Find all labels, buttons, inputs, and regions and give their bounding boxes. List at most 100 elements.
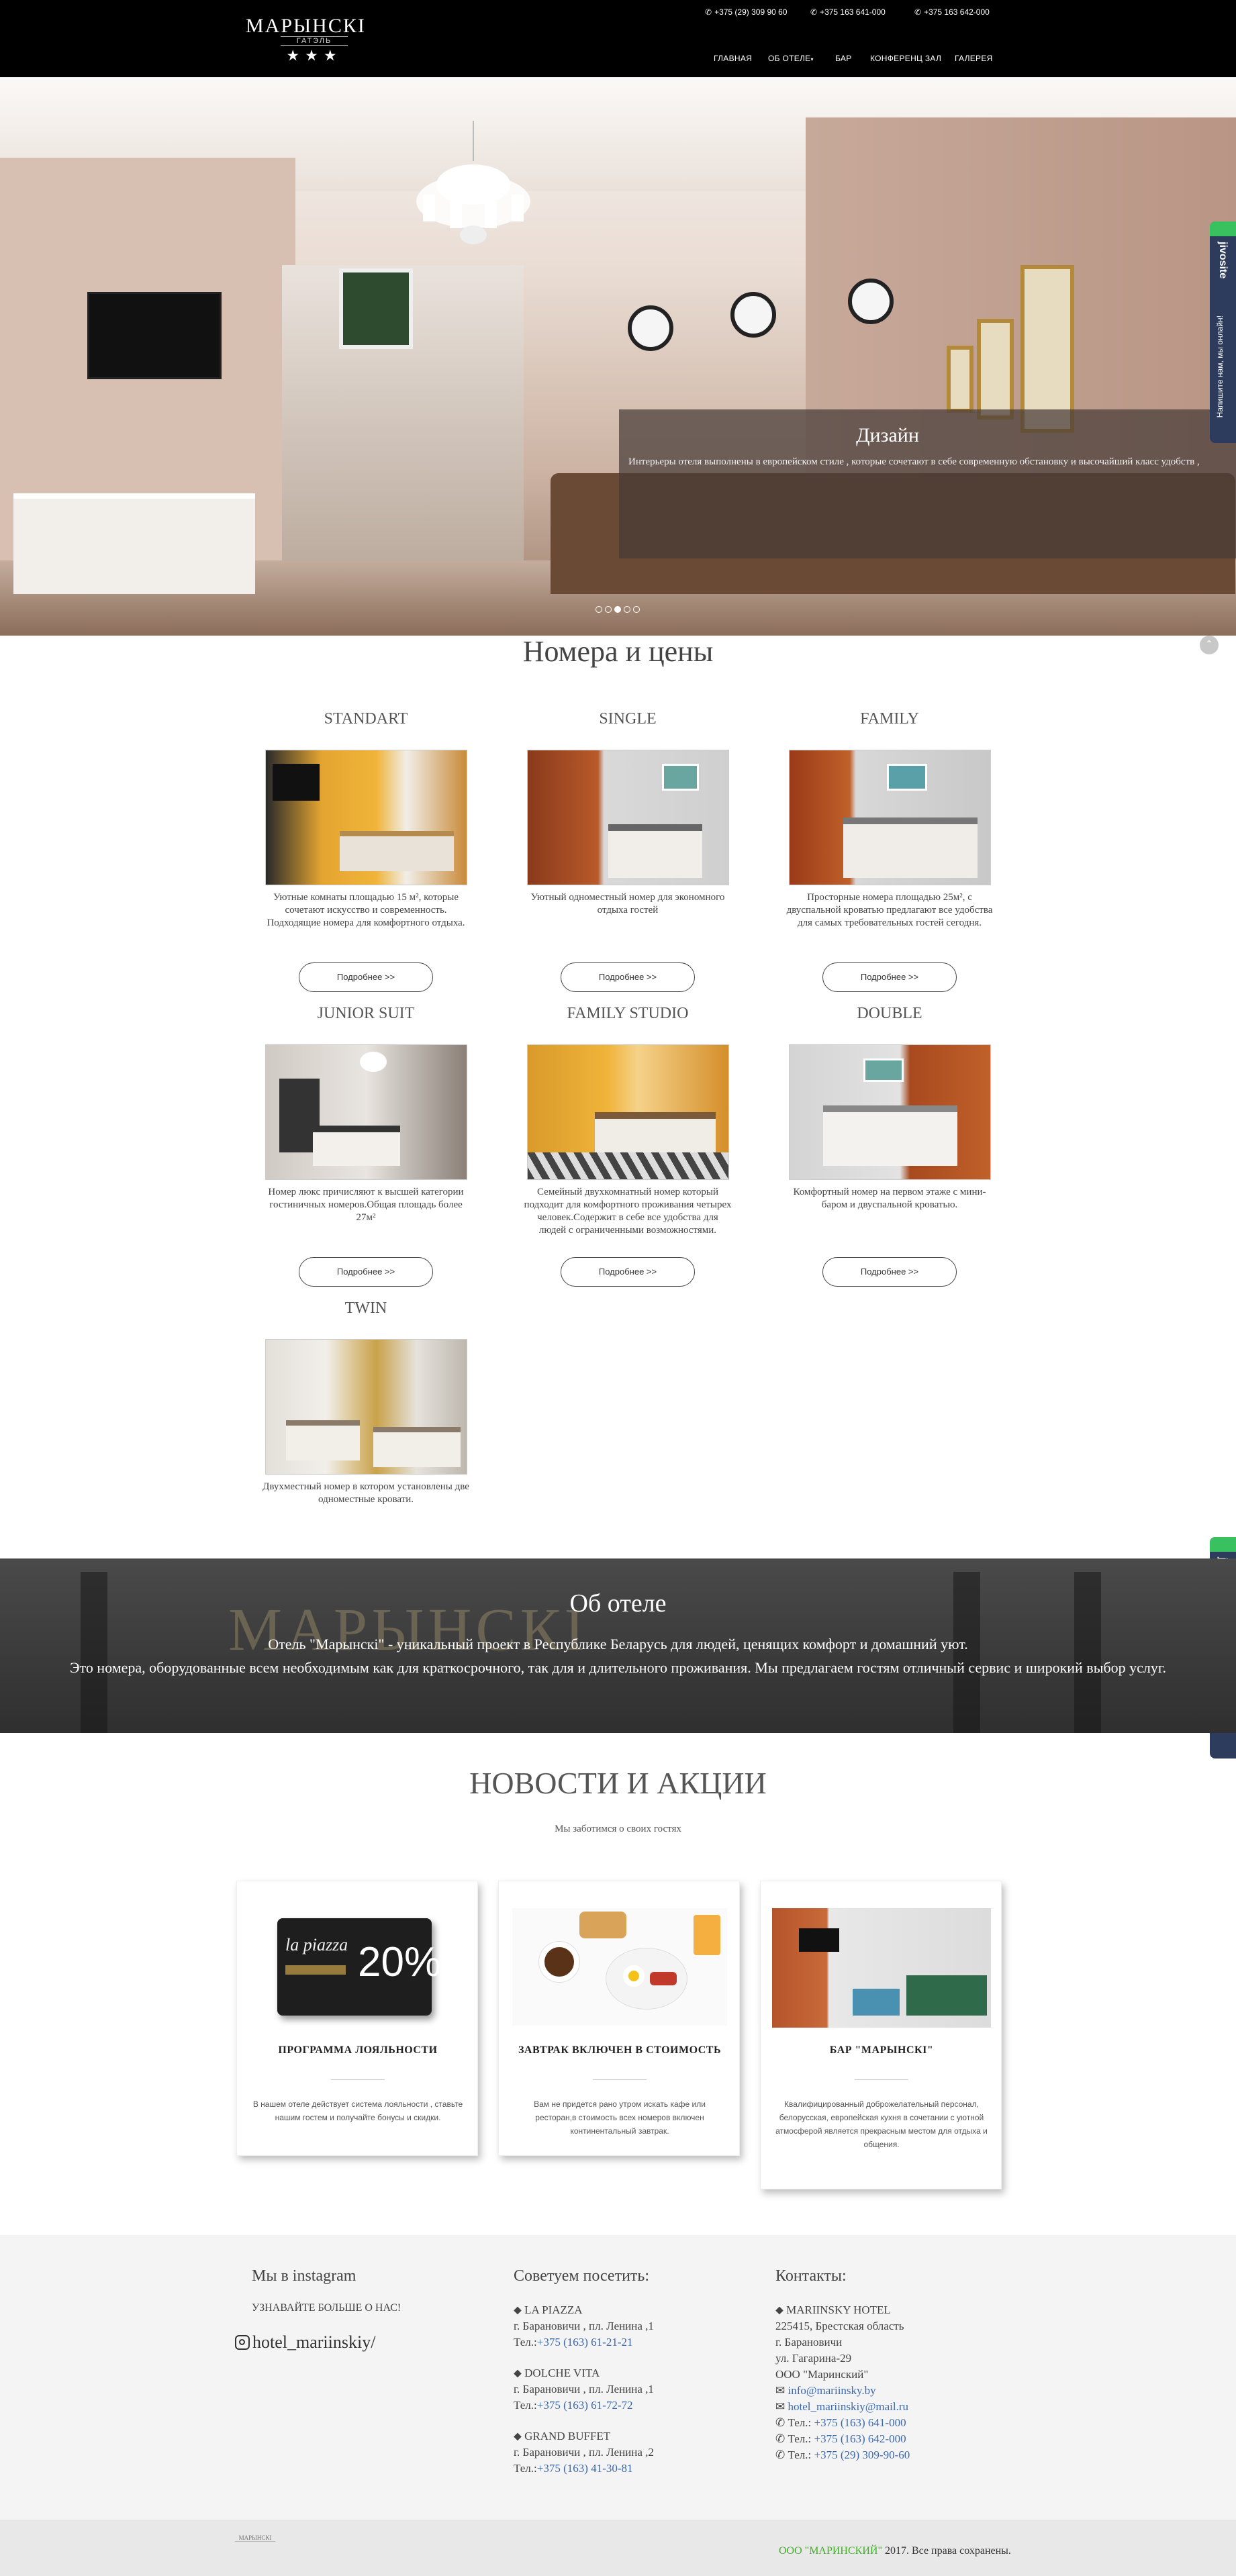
copyright: ООО "МАРИНСКИЙ" 2017. Все права сохранен… (779, 2545, 1011, 2557)
header-phone-3[interactable]: ✆ +375 163 642-000 (914, 7, 990, 17)
slider-dot[interactable] (605, 606, 612, 613)
news-card[interactable]: la piazza 20% ПРОГРАММА ЛОЯЛЬНОСТИ В наш… (236, 1881, 478, 2156)
email-link[interactable]: info@mariinsky.by (788, 2384, 876, 2397)
phone-link[interactable]: +375 (163) 61-72-72 (537, 2399, 633, 2412)
details-button[interactable]: Подробнее >> (299, 1257, 433, 1287)
contact-line: ул. Гагарина-29 (775, 2352, 852, 2365)
news-card[interactable]: БАР "МАРЫНСКІ" Квалифицированный доброже… (760, 1881, 1002, 2189)
chat-widget-tab[interactable]: jivosite Напишите нам, мы онлайн! (1210, 221, 1236, 443)
bottom-logo[interactable]: МАРЫНСКІ (235, 2534, 275, 2542)
phone-icon: ✆ (775, 2448, 786, 2461)
bed-shape (843, 818, 978, 878)
room-photo-junior-suit[interactable] (265, 1044, 467, 1180)
room-name: STANDART (324, 710, 408, 728)
map-marker-icon: ⬥ (514, 2430, 522, 2442)
about-section: МАРЫНСКІ Об отеле Отель "Марынскі" - уни… (0, 1558, 1236, 1733)
about-text-1: Отель "Марынскі" - уникальный проект в Р… (268, 1636, 968, 1652)
map-marker-icon: ⬥ (514, 2367, 522, 2379)
hero-clock (848, 279, 894, 324)
hero-radiator (13, 493, 255, 594)
email-link[interactable]: hotel_mariinskiy@mail.ru (788, 2400, 909, 2413)
place-name: ⬥ DOLCHE VITA (514, 2367, 600, 2379)
room-photo-family[interactable] (789, 750, 991, 885)
instagram-icon (235, 2335, 250, 2350)
hero-clock (730, 292, 776, 338)
place-phone: Тел.:+375 (163) 61-21-21 (514, 2336, 633, 2348)
place-name: ⬥ GRAND BUFFET (514, 2430, 611, 2442)
site-header: МАРЫНСКІ ГАТЭЛЬ ★★★ ✆ +375 (29) 309 90 60… (0, 0, 1236, 77)
phone-link[interactable]: +375 (29) 309-90-60 (814, 2448, 910, 2461)
place-address: г. Барановичи , пл. Ленина ,2 (514, 2446, 654, 2459)
room-name: FAMILY STUDIO (567, 1005, 689, 1022)
instagram-link[interactable]: hotel_mariinskiy/ (235, 2332, 375, 2352)
phone-link[interactable]: +375 (163) 642-000 (814, 2432, 906, 2445)
details-button[interactable]: Подробнее >> (561, 1257, 695, 1287)
logo-subtitle: ГАТЭЛЬ (281, 36, 348, 46)
news-subtitle: Мы заботимся о своих гостях (555, 1824, 681, 1834)
logo-title[interactable]: МАРЫНСКІ (246, 15, 380, 38)
carpet-shape (528, 1152, 728, 1179)
nav-conference[interactable]: КОНФЕРЕНЦ ЗАЛ (870, 54, 941, 63)
hero-caption: Дизайн Интерьеры отеля выполнены в европ… (619, 409, 1236, 558)
hero-caption-title: Дизайн (856, 424, 919, 446)
room-photo-single[interactable] (527, 750, 729, 885)
phone-icon: ✆ (775, 2432, 786, 2445)
phone-link[interactable]: +375 (163) 41-30-81 (537, 2462, 633, 2475)
phone-icon: ✆ (810, 7, 818, 17)
recommend-heading: Советуем посетить: (514, 2267, 650, 2285)
slider-dot-active[interactable] (614, 606, 621, 613)
phone-link[interactable]: +375 (163) 641-000 (814, 2416, 906, 2429)
card-divider (331, 2079, 385, 2080)
room-photo-family-studio[interactable] (527, 1044, 729, 1180)
slider-dot[interactable] (596, 606, 602, 613)
tv-shape (273, 764, 320, 801)
details-button[interactable]: Подробнее >> (299, 962, 433, 992)
room-photo-standart[interactable] (265, 750, 467, 885)
contact-line: ⬥ MARIINSKY HOTEL (775, 2303, 891, 2316)
news-card-title: ЗАВТРАК ВКЛЮЧЕН В СТОИМОСТЬ (518, 2044, 722, 2056)
phone-link[interactable]: +375 (163) 61-21-21 (537, 2336, 633, 2348)
phone-icon: ✆ (914, 7, 922, 17)
room-description: Комфортный номер на первом этаже с мини-… (793, 1187, 986, 1210)
room-photo-twin[interactable] (265, 1339, 467, 1475)
room-photo-double[interactable] (789, 1044, 991, 1180)
contact-line: 225415, Брестская область (775, 2320, 904, 2332)
map-marker-icon: ⬥ (514, 2303, 522, 2316)
map-marker-icon: ⬥ (775, 2303, 783, 2316)
contact-email: ✉ hotel_mariinskiy@mail.ru (775, 2400, 908, 2414)
coffee-shape (539, 1942, 579, 1982)
bottom-bar: МАРЫНСКІ ООО "МАРИНСКИЙ" 2017. Все права… (0, 2520, 1236, 2576)
header-phone-1[interactable]: ✆ +375 (29) 309 90 60 (705, 7, 787, 17)
nav-bar[interactable]: БАР (835, 54, 852, 63)
slider-dot[interactable] (633, 606, 640, 613)
header-phone-2[interactable]: ✆ +375 163 641-000 (810, 7, 886, 17)
badge-brand: la piazza (285, 1935, 348, 1954)
contact-phone: ✆ Тел.: +375 (29) 309-90-60 (775, 2448, 910, 2461)
envelope-icon: ✉ (775, 2400, 786, 2413)
bed-shape (286, 1420, 360, 1460)
breakfast-image (512, 1908, 727, 2026)
details-button[interactable]: Подробнее >> (822, 1257, 957, 1287)
details-button[interactable]: Подробнее >> (561, 962, 695, 992)
nav-about[interactable]: ОБ ОТЕЛЕ▾ (768, 54, 814, 63)
chandelier-shape (360, 1052, 387, 1072)
slider-dot[interactable] (624, 606, 630, 613)
card-divider (855, 2079, 908, 2080)
instagram-subheading: УЗНАВАЙТЕ БОЛЬШЕ О НАС! (252, 2302, 401, 2314)
room-name: TWIN (344, 1299, 387, 1317)
nav-gallery[interactable]: ГАЛЕРЕЯ (955, 54, 993, 63)
room-description: Просторные номера площадью 25м², с двусп… (786, 892, 993, 928)
nav-home[interactable]: ГЛАВНАЯ (714, 54, 752, 63)
news-card[interactable]: ЗАВТРАК ВКЛЮЧЕН В СТОИМОСТЬ Вам не приде… (498, 1881, 740, 2156)
picture-shape (887, 764, 927, 791)
details-button[interactable]: Подробнее >> (822, 962, 957, 992)
contact-email: ✉ info@mariinsky.by (775, 2384, 876, 2397)
badge-ornament (285, 1965, 346, 1975)
bed-shape (823, 1105, 957, 1166)
place-name: ⬥ LA PIAZZA (514, 2303, 583, 2316)
company-link[interactable]: ООО "МАРИНСКИЙ" (779, 2545, 882, 2557)
chevron-down-icon: ▾ (810, 56, 814, 62)
place-phone: Тел.:+375 (163) 41-30-81 (514, 2462, 633, 2475)
chat-widget-accent (1210, 221, 1236, 236)
hero-slider[interactable]: Дизайн Интерьеры отеля выполнены в европ… (0, 77, 1236, 636)
